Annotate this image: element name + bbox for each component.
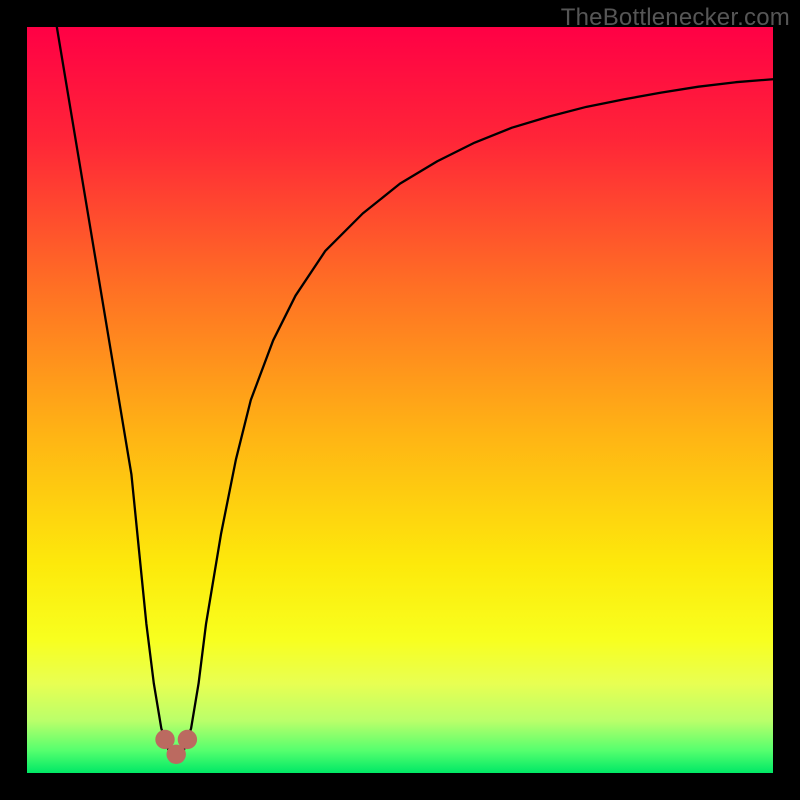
marker-valley-right — [178, 730, 197, 749]
plot-area — [27, 27, 773, 773]
watermark-text: TheBottlenecker.com — [561, 4, 790, 32]
chart-frame: TheBottlenecker.com — [0, 0, 800, 800]
bottleneck-curve — [27, 27, 773, 773]
